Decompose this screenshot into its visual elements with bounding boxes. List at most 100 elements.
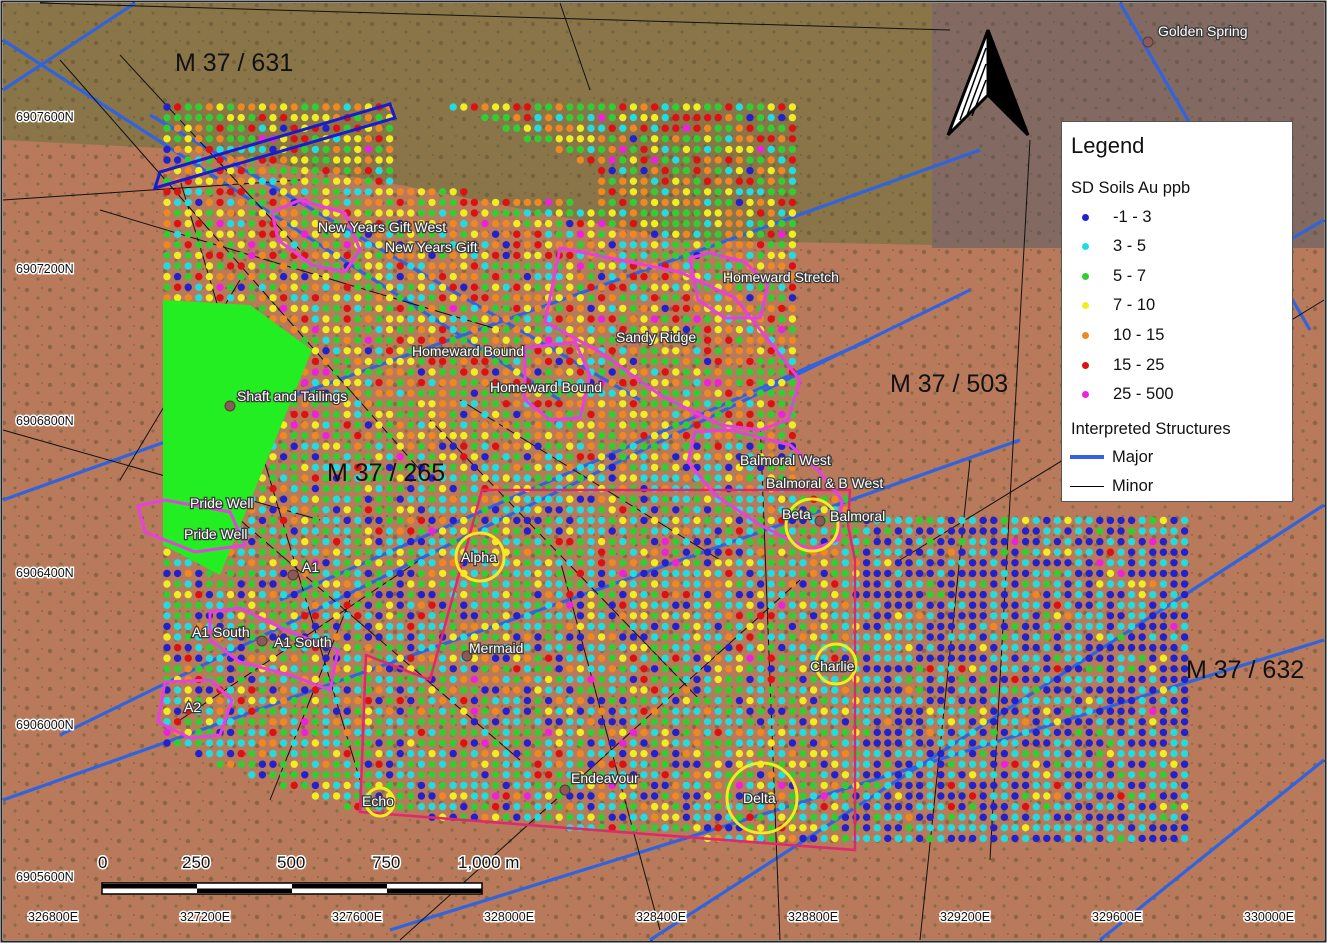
legend-class-row: 25 - 500 — [1082, 383, 1174, 405]
soil-sample-dot — [1064, 654, 1072, 662]
soil-sample-dot — [385, 145, 394, 154]
soil-sample-dot — [725, 325, 733, 334]
soil-sample-dot — [905, 760, 913, 768]
soil-sample-dot — [862, 696, 871, 705]
soil-sample-dot — [1159, 654, 1168, 662]
soil-sample-dot — [587, 516, 595, 525]
soil-sample-dot — [195, 188, 203, 196]
soil-sample-dot — [385, 347, 394, 355]
soil-sample-dot — [375, 241, 383, 249]
soil-sample-dot — [1053, 590, 1062, 599]
soil-sample-dot — [1138, 760, 1146, 768]
soil-sample-dot — [534, 230, 542, 238]
soil-sample-dot — [735, 251, 744, 260]
soil-sample-dot — [767, 749, 775, 758]
soil-sample-dot — [1011, 622, 1019, 631]
soil-sample-dot — [650, 453, 659, 461]
soil-sample-dot — [460, 463, 468, 472]
soil-sample-dot — [322, 749, 330, 758]
soil-sample-dot — [1053, 633, 1062, 641]
soil-sample-dot — [725, 453, 733, 461]
soil-sample-dot — [735, 495, 744, 503]
soil-sample-dot — [491, 400, 500, 408]
soil-sample-dot — [481, 622, 489, 631]
soil-sample-dot — [799, 739, 807, 747]
soil-sample-dot — [523, 707, 532, 715]
soil-sample-dot — [248, 516, 256, 525]
soil-sample-dot — [332, 198, 341, 207]
soil-sample-dot — [650, 135, 659, 143]
soil-sample-dot — [269, 463, 277, 472]
soil-sample-dot — [470, 802, 479, 811]
soil-sample-dot — [258, 696, 267, 705]
soil-sample-dot — [767, 718, 775, 726]
soil-sample-dot — [693, 643, 701, 652]
soil-sample-dot — [947, 580, 956, 588]
soil-sample-dot — [958, 707, 966, 715]
soil-sample-dot — [523, 802, 532, 811]
soil-sample-dot — [587, 813, 595, 821]
soil-sample-dot — [491, 198, 500, 207]
soil-sample-dot — [650, 145, 659, 154]
soil-sample-dot — [1064, 643, 1072, 652]
soil-sample-dot — [332, 315, 341, 323]
soil-sample-dot — [884, 739, 892, 747]
soil-sample-dot — [1011, 834, 1019, 843]
soil-sample-dot — [1117, 612, 1125, 620]
soil-sample-dot — [301, 771, 309, 779]
soil-sample-dot — [364, 633, 373, 641]
soil-sample-dot — [905, 824, 913, 832]
soil-sample-dot — [756, 209, 765, 217]
soil-sample-dot — [682, 315, 691, 323]
soil-sample-dot — [534, 696, 542, 705]
soil-sample-dot — [905, 728, 913, 737]
soil-sample-dot — [619, 813, 627, 821]
soil-sample-dot — [767, 834, 775, 843]
soil-sample-dot — [937, 580, 945, 588]
soil-sample-dot — [650, 431, 659, 440]
soil-sample-dot — [269, 294, 277, 302]
soil-sample-dot — [756, 749, 765, 758]
soil-sample-dot — [449, 463, 457, 472]
soil-sample-dot — [1043, 802, 1051, 811]
soil-sample-dot — [608, 453, 616, 461]
soil-sample-dot — [788, 559, 797, 567]
soil-sample-dot — [693, 696, 701, 705]
soil-sample-dot — [576, 368, 585, 376]
soil-sample-dot — [756, 569, 765, 578]
soil-sample-dot — [714, 219, 722, 228]
soil-sample-dot — [947, 792, 956, 800]
soil-sample-dot — [640, 453, 648, 461]
soil-sample-dot — [682, 696, 691, 705]
soil-sample-dot — [417, 707, 426, 715]
soil-sample-dot — [905, 601, 913, 609]
soil-sample-dot — [619, 739, 627, 747]
soil-sample-dot — [1064, 749, 1072, 758]
soil-sample-dot — [396, 612, 404, 620]
soil-sample-dot — [841, 792, 850, 800]
soil-sample-dot — [555, 580, 563, 588]
soil-sample-dot — [587, 612, 595, 620]
soil-sample-dot — [354, 135, 362, 143]
soil-sample-dot — [1032, 601, 1040, 609]
soil-sample-dot — [608, 421, 616, 429]
soil-sample-dot — [746, 633, 754, 641]
soil-sample-dot — [968, 813, 977, 821]
soil-sample-dot — [714, 612, 722, 620]
soil-sample-dot — [1000, 792, 1009, 800]
soil-sample-dot — [788, 198, 797, 207]
soil-sample-dot — [184, 612, 192, 620]
soil-sample-dot — [322, 718, 330, 726]
soil-sample-dot — [703, 622, 712, 631]
soil-sample-dot — [820, 696, 828, 705]
soil-sample-dot — [205, 113, 214, 122]
soil-sample-dot — [343, 431, 351, 440]
soil-sample-dot — [661, 686, 669, 694]
soil-sample-dot — [184, 654, 192, 662]
soil-sample-dot — [513, 696, 521, 705]
soil-sample-dot — [226, 665, 235, 673]
soil-sample-dot — [555, 527, 563, 535]
soil-sample-dot — [279, 548, 288, 556]
soil-sample-dot — [672, 262, 680, 270]
soil-sample-dot — [640, 368, 648, 376]
